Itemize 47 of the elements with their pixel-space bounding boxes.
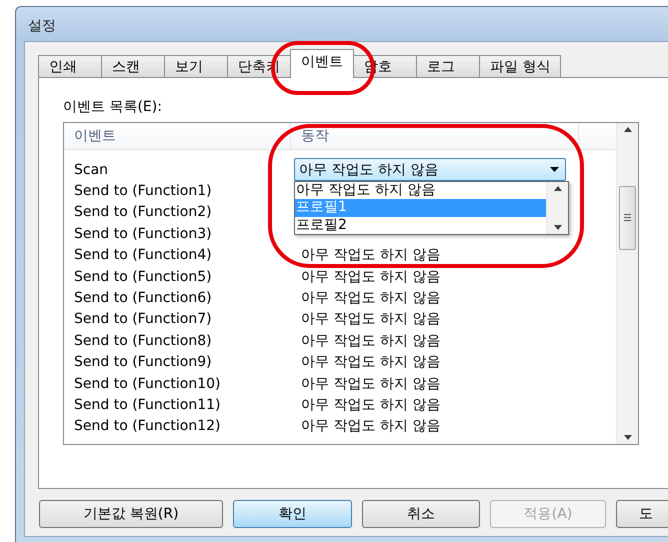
- event-cell-text: Send to (Function7): [73, 311, 213, 328]
- tab[interactable]: 스캔: [101, 55, 165, 78]
- caret-icon: [550, 167, 559, 172]
- action-cell-text: 아무 작업도 하지 않음: [300, 288, 440, 307]
- dropdown-scrollbar[interactable]: [546, 182, 568, 234]
- event-cell-text: Send to (Function10): [73, 376, 222, 392]
- tab[interactable]: 로그: [416, 55, 480, 78]
- list-scrollbar[interactable]: [616, 123, 638, 444]
- event-cell-text: Send to (Function8): [73, 332, 213, 349]
- scroll-down-icon[interactable]: [624, 435, 632, 440]
- event-cell-text: Send to (Function2): [73, 204, 213, 220]
- tab[interactable]: 파일 형식: [479, 55, 562, 78]
- column-header[interactable]: 동작: [291, 123, 579, 149]
- scroll-up-icon[interactable]: [554, 186, 562, 192]
- tab[interactable]: 보기: [164, 55, 228, 78]
- action-cell-text: 아무 작업도 하지 않음: [300, 374, 440, 393]
- event-cell-text: Send to (Function9): [73, 354, 213, 370]
- tab[interactable]: 인쇄: [38, 55, 102, 78]
- event-cell-text: Scan: [73, 162, 110, 178]
- action-cell-text: 아무 작업도 하지 않음: [300, 417, 440, 436]
- action-cell-text: 아무 작업도 하지 않음: [300, 396, 440, 414]
- dialog-button[interactable]: 기본값 복원(R): [39, 500, 223, 528]
- event-cell-text: Send to (Function6): [73, 290, 213, 306]
- grip-icon: [624, 214, 631, 221]
- action-cell-text: 아무 작업도 하지 않음: [300, 310, 440, 328]
- dropdown-option[interactable]: 프로필2: [295, 216, 546, 234]
- event-cell-text: Send to (Function3): [73, 226, 213, 242]
- event-cell-text: Send to (Function12): [73, 418, 222, 434]
- event-cell-text: Send to (Function1): [73, 183, 213, 199]
- column-header[interactable]: 이벤트: [64, 123, 291, 149]
- list-label: 이벤트 목록(E):: [63, 98, 163, 116]
- scroll-up-icon[interactable]: [624, 127, 632, 132]
- event-cell-text: Send to (Function5): [73, 268, 213, 285]
- dialog-button[interactable]: 확인: [233, 500, 352, 528]
- window-title: 설정: [27, 17, 57, 36]
- dropdown-option[interactable]: 아무 작업도 하지 않음: [295, 182, 546, 200]
- tab[interactable]: 이벤트: [290, 49, 354, 78]
- action-cell-text: 아무 작업도 하지 않음: [300, 268, 440, 286]
- action-cell-text: 아무 작업도 하지 않음: [300, 353, 440, 372]
- scrollbar-thumb[interactable]: [619, 186, 636, 250]
- action-cell-text: 아무 작업도 하지 않음: [300, 246, 440, 264]
- event-cell-text: Send to (Function11): [73, 396, 222, 413]
- dialog-button[interactable]: 도: [616, 500, 668, 528]
- dialog-button[interactable]: 취소: [362, 500, 480, 528]
- action-cell-text: 아무 작업도 하지 않음: [300, 332, 440, 350]
- event-cell-text: Send to (Function4): [73, 247, 213, 264]
- scroll-down-icon[interactable]: [554, 225, 562, 230]
